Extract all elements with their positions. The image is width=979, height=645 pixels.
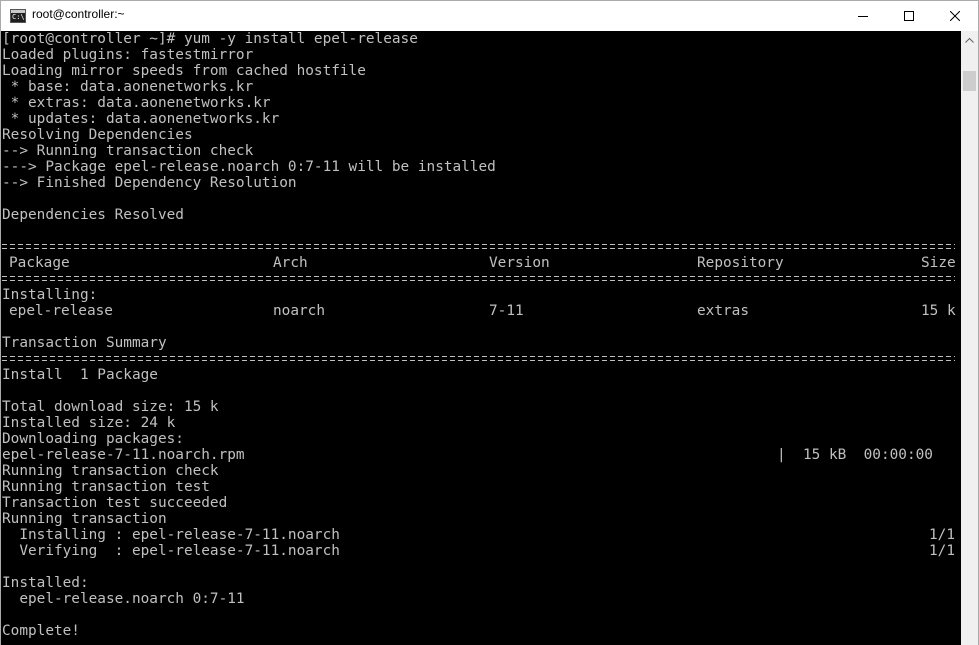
install-step-progress: 1/1 [929,527,955,543]
title-bar[interactable]: C:\ root@controller:~ [1,0,978,31]
terminal-line: --> Running transaction check [2,143,254,159]
download-progress: | 15 kB 00:00:00 [777,447,933,463]
chevron-up-icon [965,37,974,43]
terminal-line: * base: data.aonenetworks.kr [2,79,254,95]
terminal-line: Installing : epel-release-7-11.noarch [2,527,340,543]
terminal-line: ---> Package epel-release.noarch 0:7-11 … [2,159,496,175]
terminal-line: Complete! [2,623,80,639]
terminal-line: epel-release-7-11.noarch.rpm [2,447,245,463]
table-cell-repository: extras [697,303,749,319]
terminal-line: * updates: data.aonenetworks.kr [2,111,280,127]
table-header-package: Package [9,255,70,271]
maximize-button[interactable] [886,1,932,31]
table-header-arch: Arch [273,255,308,271]
table-header-size: Size [921,255,956,271]
maximize-icon [904,11,914,21]
terminal-line: [root@controller ~]# yum -y install epel… [2,31,418,47]
terminal-line: Running transaction test [2,479,210,495]
scrollbar-thumb[interactable] [963,71,976,91]
terminal-line: Loaded plugins: fastestmirror [2,47,254,63]
verify-step-progress: 1/1 [929,543,955,559]
terminal-output[interactable]: [root@controller ~]# yum -y install epel… [1,31,961,645]
terminal-line: Loading mirror speeds from cached hostfi… [2,63,366,79]
close-icon [950,11,960,21]
command-prompt-icon: C:\ [10,9,26,23]
table-cell-arch: noarch [273,303,325,319]
close-button[interactable] [932,1,978,31]
table-cell-package: epel-release [9,303,113,319]
terminal-line: Install 1 Package [2,367,158,383]
table-header-repository: Repository [697,255,784,271]
terminal-line: Running transaction check [2,463,219,479]
terminal-line: Installing: [2,287,98,303]
terminal-line: Transaction test succeeded [2,495,228,511]
command-prompt-icon-text: C:\ [12,13,25,21]
separator-line [2,271,955,287]
separator-line [2,351,955,367]
terminal-line: Total download size: 15 k [2,399,219,415]
terminal-line: Verifying : epel-release-7-11.noarch [2,543,340,559]
terminal-line: epel-release.noarch 0:7-11 [2,591,245,607]
minimize-button[interactable] [840,1,886,31]
terminal-line: * extras: data.aonenetworks.kr [2,95,271,111]
terminal-line: Downloading packages: [2,431,184,447]
scroll-up-button[interactable] [961,31,978,48]
terminal-line: Installed size: 24 k [2,415,176,431]
vertical-scrollbar[interactable] [961,31,978,645]
terminal-line: Resolving Dependencies [2,127,193,143]
terminal-line: Transaction Summary [2,335,167,351]
minimize-icon [858,16,868,17]
table-cell-size: 15 k [921,303,956,319]
separator-line [2,239,955,255]
terminal-window: C:\ root@controller:~ [root@controller ~… [0,0,979,645]
terminal-line: Dependencies Resolved [2,207,184,223]
table-cell-version: 7-11 [489,303,524,319]
terminal-line: --> Finished Dependency Resolution [2,175,297,191]
table-header-version: Version [489,255,550,271]
terminal-line: Running transaction [2,511,167,527]
window-title: root@controller:~ [32,7,125,21]
terminal-line: Installed: [2,575,89,591]
